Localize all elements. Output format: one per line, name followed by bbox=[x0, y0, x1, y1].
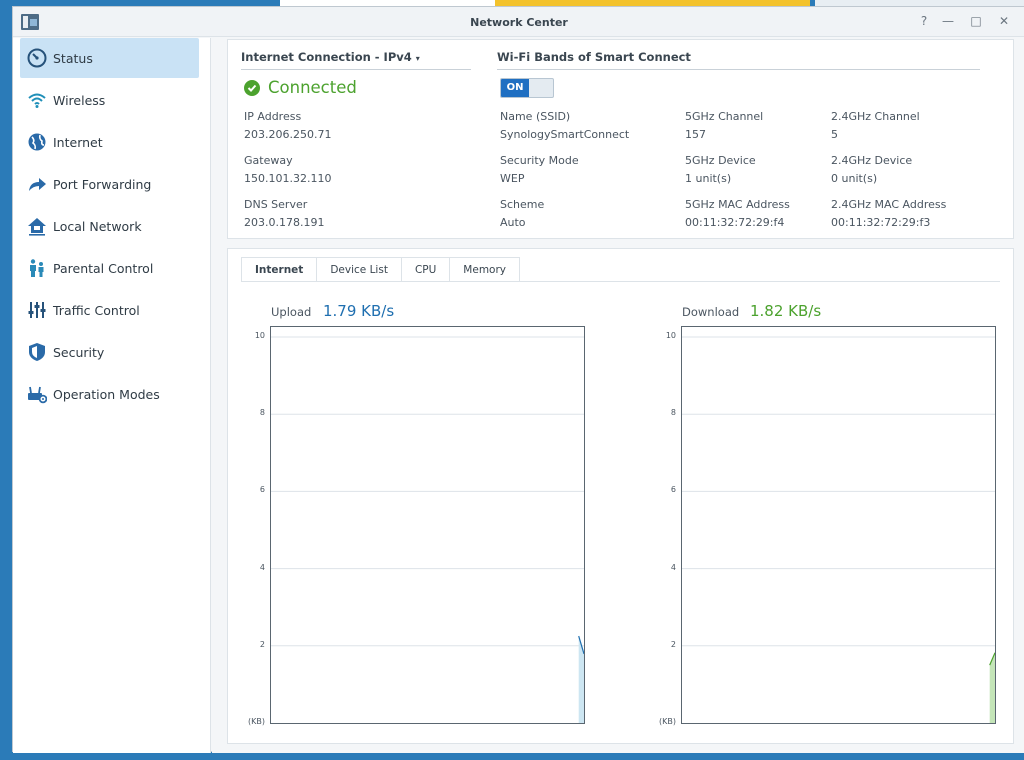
upload-chart-svg bbox=[271, 336, 584, 723]
sidebar-item-label: Wireless bbox=[53, 92, 106, 108]
sidebar-item-security[interactable]: Security bbox=[20, 332, 199, 372]
sidebar-item-parental-control[interactable]: Parental Control bbox=[20, 248, 199, 288]
gateway-value: 150.101.32.110 bbox=[244, 172, 332, 185]
sidebar-item-local-network[interactable]: Local Network bbox=[20, 206, 199, 246]
tab-memory[interactable]: Memory bbox=[450, 257, 520, 282]
status-panel: Internet Connection - IPv4 ▾ Connected I… bbox=[227, 39, 1014, 239]
download-chart bbox=[681, 326, 996, 724]
dns-server-label: DNS Server bbox=[244, 198, 308, 211]
connection-status-text: Connected bbox=[268, 78, 357, 97]
tabs-divider bbox=[241, 281, 1000, 282]
router-gear-icon bbox=[27, 384, 47, 404]
title-bar[interactable]: Network Center ? — □ ✕ bbox=[13, 7, 1024, 37]
maximize-button[interactable]: □ bbox=[968, 13, 984, 29]
minimize-button[interactable]: — bbox=[940, 13, 956, 29]
y-tick-label: 8 bbox=[670, 408, 676, 418]
5ghz-mac-value: 00:11:32:72:29:f4 bbox=[685, 216, 785, 229]
24ghz-channel-value: 5 bbox=[831, 128, 838, 141]
wifi-section-divider bbox=[497, 69, 980, 70]
sidebar-item-label: Operation Modes bbox=[53, 386, 160, 402]
tab-internet[interactable]: Internet bbox=[241, 257, 318, 282]
tab-device-list[interactable]: Device List bbox=[317, 257, 402, 282]
sidebar-item-traffic-control[interactable]: Traffic Control bbox=[20, 290, 199, 330]
monitor-panel: Internet Device List CPU Memory Upload 1… bbox=[227, 248, 1014, 744]
upload-rate: 1.79 KB/s bbox=[323, 302, 395, 320]
sidebar-item-label: Internet bbox=[53, 134, 103, 150]
upload-chart bbox=[270, 326, 585, 724]
y-tick-label: 10 bbox=[254, 331, 265, 340]
ssid-label: Name (SSID) bbox=[500, 110, 571, 123]
monitor-tabs: Internet Device List CPU Memory bbox=[241, 257, 520, 282]
security-mode-value: WEP bbox=[500, 172, 525, 185]
24ghz-device-value: 0 unit(s) bbox=[831, 172, 878, 185]
shield-icon bbox=[27, 342, 47, 362]
help-button[interactable]: ? bbox=[916, 13, 932, 29]
wifi-section-title: Wi-Fi Bands of Smart Connect bbox=[497, 50, 691, 64]
dns-server-value: 203.0.178.191 bbox=[244, 216, 325, 229]
dropdown-caret-icon: ▾ bbox=[415, 54, 420, 63]
network-center-window: Network Center ? — □ ✕ Status Wireless I… bbox=[12, 6, 1024, 753]
window-title: Network Center bbox=[470, 16, 568, 29]
tab-cpu[interactable]: CPU bbox=[401, 257, 451, 282]
internet-connection-dropdown[interactable]: Internet Connection - IPv4 ▾ bbox=[241, 50, 420, 64]
sidebar-item-operation-modes[interactable]: Operation Modes bbox=[20, 374, 199, 414]
sidebar-item-label: Traffic Control bbox=[53, 302, 140, 318]
y-tick-label: 2 bbox=[670, 639, 676, 649]
y-tick-label: 4 bbox=[670, 562, 676, 572]
connection-status: Connected bbox=[244, 78, 357, 97]
toggle-on-label: ON bbox=[501, 79, 529, 97]
5ghz-channel-value: 157 bbox=[685, 128, 706, 141]
y-tick-label: 8 bbox=[259, 408, 265, 418]
security-mode-label: Security Mode bbox=[500, 154, 579, 167]
gateway-label: Gateway bbox=[244, 154, 293, 167]
24ghz-mac-value: 00:11:32:72:29:f3 bbox=[831, 216, 931, 229]
24ghz-device-label: 2.4GHz Device bbox=[831, 154, 913, 167]
y-tick-label: 10 bbox=[665, 331, 676, 340]
ip-address-value: 203.206.250.71 bbox=[244, 128, 332, 141]
5ghz-device-value: 1 unit(s) bbox=[685, 172, 732, 185]
24ghz-channel-label: 2.4GHz Channel bbox=[831, 110, 920, 123]
home-network-icon bbox=[27, 216, 47, 236]
24ghz-mac-label: 2.4GHz MAC Address bbox=[831, 198, 947, 211]
5ghz-channel-label: 5GHz Channel bbox=[685, 110, 764, 123]
arrow-forward-icon bbox=[27, 174, 47, 194]
sidebar: Status Wireless Internet Port Forwarding… bbox=[13, 38, 211, 753]
y-tick-label: (KB) bbox=[248, 717, 265, 726]
wifi-icon bbox=[27, 90, 47, 110]
sidebar-item-label: Status bbox=[53, 50, 93, 66]
sidebar-item-wireless[interactable]: Wireless bbox=[20, 80, 199, 120]
sidebar-item-status[interactable]: Status bbox=[20, 38, 199, 78]
sidebar-item-label: Security bbox=[53, 344, 105, 360]
sidebar-item-label: Local Network bbox=[53, 218, 142, 234]
sliders-icon bbox=[27, 300, 47, 320]
y-tick-label: 2 bbox=[259, 639, 265, 649]
internet-section-divider bbox=[241, 69, 471, 70]
gauge-icon bbox=[27, 48, 47, 68]
check-circle-icon bbox=[244, 79, 260, 96]
smart-connect-toggle[interactable]: ON bbox=[500, 78, 554, 98]
y-tick-label: 4 bbox=[259, 562, 265, 572]
sidebar-item-port-forwarding[interactable]: Port Forwarding bbox=[20, 164, 199, 204]
sidebar-item-internet[interactable]: Internet bbox=[20, 122, 199, 162]
close-button[interactable]: ✕ bbox=[996, 13, 1012, 29]
y-tick-label: 6 bbox=[259, 485, 265, 495]
upload-label: Upload bbox=[271, 305, 312, 319]
sidebar-item-label: Parental Control bbox=[53, 260, 154, 276]
download-label: Download bbox=[682, 305, 740, 319]
download-rate: 1.82 KB/s bbox=[750, 302, 822, 320]
5ghz-device-label: 5GHz Device bbox=[685, 154, 756, 167]
family-icon bbox=[27, 258, 47, 278]
main-content: Internet Connection - IPv4 ▾ Connected I… bbox=[212, 38, 1024, 753]
y-tick-label: (KB) bbox=[659, 717, 676, 726]
ip-address-label: IP Address bbox=[244, 110, 302, 123]
internet-section-title: Internet Connection - IPv4 bbox=[241, 50, 412, 64]
globe-icon bbox=[27, 132, 47, 152]
y-tick-label: 6 bbox=[670, 485, 676, 495]
download-chart-svg bbox=[682, 336, 995, 723]
scheme-value: Auto bbox=[500, 216, 526, 229]
sidebar-item-label: Port Forwarding bbox=[53, 176, 152, 192]
scheme-label: Scheme bbox=[500, 198, 545, 211]
5ghz-mac-label: 5GHz MAC Address bbox=[685, 198, 790, 211]
ssid-value: SynologySmartConnect bbox=[500, 128, 630, 141]
